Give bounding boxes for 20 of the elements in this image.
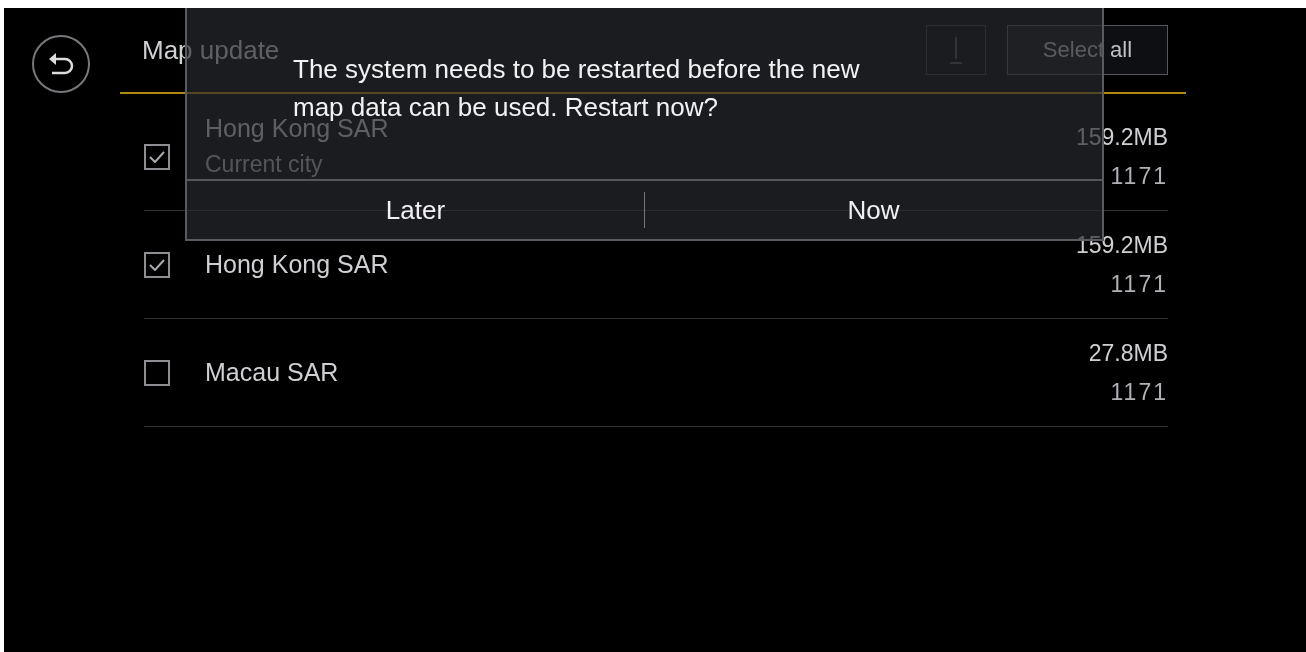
region-subtitle: Current city — [205, 150, 324, 178]
download-size: 27.8MB — [1088, 339, 1168, 367]
page-title: Map update — [142, 34, 281, 66]
back-arrow-icon — [47, 52, 75, 76]
checkbox[interactable] — [144, 251, 170, 278]
region-name: Macau SAR — [205, 358, 340, 387]
check-icon — [149, 150, 165, 163]
dialog-button[interactable]: Later — [187, 192, 644, 228]
back-button[interactable] — [32, 35, 90, 93]
version-number: 1171 — [1110, 162, 1168, 190]
select-all-button[interactable]: Select all — [1007, 25, 1168, 75]
download-size: 159.2MB — [1075, 123, 1168, 151]
checkbox[interactable] — [144, 143, 170, 170]
region-name: Hong Kong SAR — [205, 250, 390, 279]
version-number: 1171 — [1110, 270, 1168, 298]
download-size: 159.2MB — [1075, 231, 1168, 259]
checkbox[interactable] — [144, 359, 170, 386]
check-icon — [149, 258, 165, 271]
version-number: 1171 — [1110, 378, 1168, 406]
dialog-button[interactable]: Now — [645, 192, 1102, 228]
